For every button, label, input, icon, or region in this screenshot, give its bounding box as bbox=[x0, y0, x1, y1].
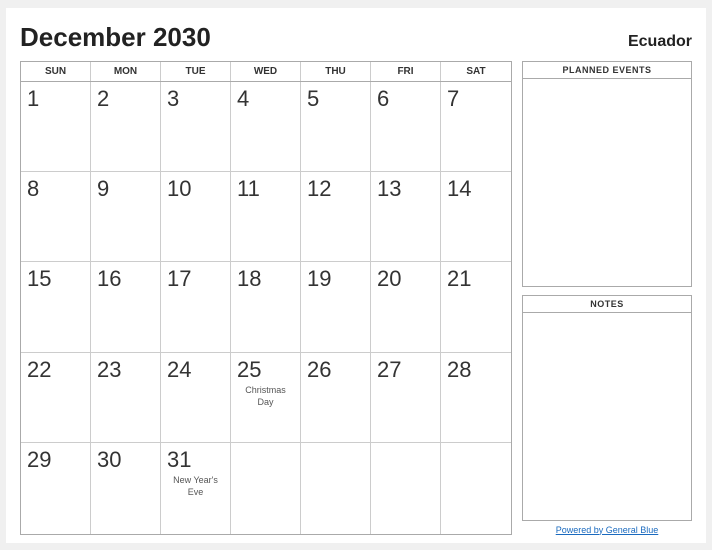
cal-cell-7: 7 bbox=[441, 82, 511, 172]
cal-cell-17: 17 bbox=[161, 262, 231, 352]
cal-cell-31: 31New Year's Eve bbox=[161, 443, 231, 533]
cal-cell-15: 15 bbox=[21, 262, 91, 352]
powered-by: Powered by General Blue bbox=[522, 525, 692, 535]
cal-cell-30: 30 bbox=[91, 443, 161, 533]
calendar-page: December 2030 Ecuador SUN MON TUE WED TH… bbox=[6, 8, 706, 543]
cal-cell-10: 10 bbox=[161, 172, 231, 262]
cal-cell-13: 13 bbox=[371, 172, 441, 262]
cal-cell-12: 12 bbox=[301, 172, 371, 262]
cal-cell-23: 23 bbox=[91, 353, 161, 443]
cal-cell-26: 26 bbox=[301, 353, 371, 443]
cal-cell-empty bbox=[231, 443, 301, 533]
cal-cell-18: 18 bbox=[231, 262, 301, 352]
cal-cell-8: 8 bbox=[21, 172, 91, 262]
cal-cell-21: 21 bbox=[441, 262, 511, 352]
cal-cell-empty bbox=[301, 443, 371, 533]
country-title: Ecuador bbox=[628, 33, 692, 51]
day-header-tue: TUE bbox=[161, 62, 231, 81]
day-headers: SUN MON TUE WED THU FRI SAT bbox=[21, 62, 511, 82]
notes-label: NOTES bbox=[523, 296, 691, 313]
day-header-sun: SUN bbox=[21, 62, 91, 81]
calendar: SUN MON TUE WED THU FRI SAT 123456789101… bbox=[20, 61, 512, 535]
cal-cell-1: 1 bbox=[21, 82, 91, 172]
month-year-title: December 2030 bbox=[20, 22, 211, 53]
day-header-thu: THU bbox=[301, 62, 371, 81]
powered-by-link[interactable]: Powered by General Blue bbox=[556, 525, 659, 535]
cal-cell-11: 11 bbox=[231, 172, 301, 262]
day-header-mon: MON bbox=[91, 62, 161, 81]
cal-cell-5: 5 bbox=[301, 82, 371, 172]
cal-cell-16: 16 bbox=[91, 262, 161, 352]
planned-events-box: PLANNED EVENTS bbox=[522, 61, 692, 287]
day-header-sat: SAT bbox=[441, 62, 511, 81]
cal-cell-28: 28 bbox=[441, 353, 511, 443]
header: December 2030 Ecuador bbox=[20, 22, 692, 53]
cal-cell-25: 25Christmas Day bbox=[231, 353, 301, 443]
day-header-wed: WED bbox=[231, 62, 301, 81]
cal-cell-3: 3 bbox=[161, 82, 231, 172]
cal-cell-20: 20 bbox=[371, 262, 441, 352]
cal-cell-empty bbox=[441, 443, 511, 533]
cal-cell-4: 4 bbox=[231, 82, 301, 172]
cal-cell-19: 19 bbox=[301, 262, 371, 352]
planned-events-label: PLANNED EVENTS bbox=[523, 62, 691, 79]
calendar-grid: 1234567891011121314151617181920212223242… bbox=[21, 82, 511, 534]
cal-cell-27: 27 bbox=[371, 353, 441, 443]
notes-box: NOTES bbox=[522, 295, 692, 521]
cal-cell-6: 6 bbox=[371, 82, 441, 172]
planned-events-content bbox=[523, 79, 691, 286]
cal-cell-14: 14 bbox=[441, 172, 511, 262]
notes-content bbox=[523, 313, 691, 520]
cal-cell-empty bbox=[371, 443, 441, 533]
cal-cell-2: 2 bbox=[91, 82, 161, 172]
cal-cell-24: 24 bbox=[161, 353, 231, 443]
main-content: SUN MON TUE WED THU FRI SAT 123456789101… bbox=[20, 61, 692, 535]
sidebar: PLANNED EVENTS NOTES Powered by General … bbox=[522, 61, 692, 535]
cal-cell-22: 22 bbox=[21, 353, 91, 443]
day-header-fri: FRI bbox=[371, 62, 441, 81]
cal-cell-29: 29 bbox=[21, 443, 91, 533]
cal-cell-9: 9 bbox=[91, 172, 161, 262]
